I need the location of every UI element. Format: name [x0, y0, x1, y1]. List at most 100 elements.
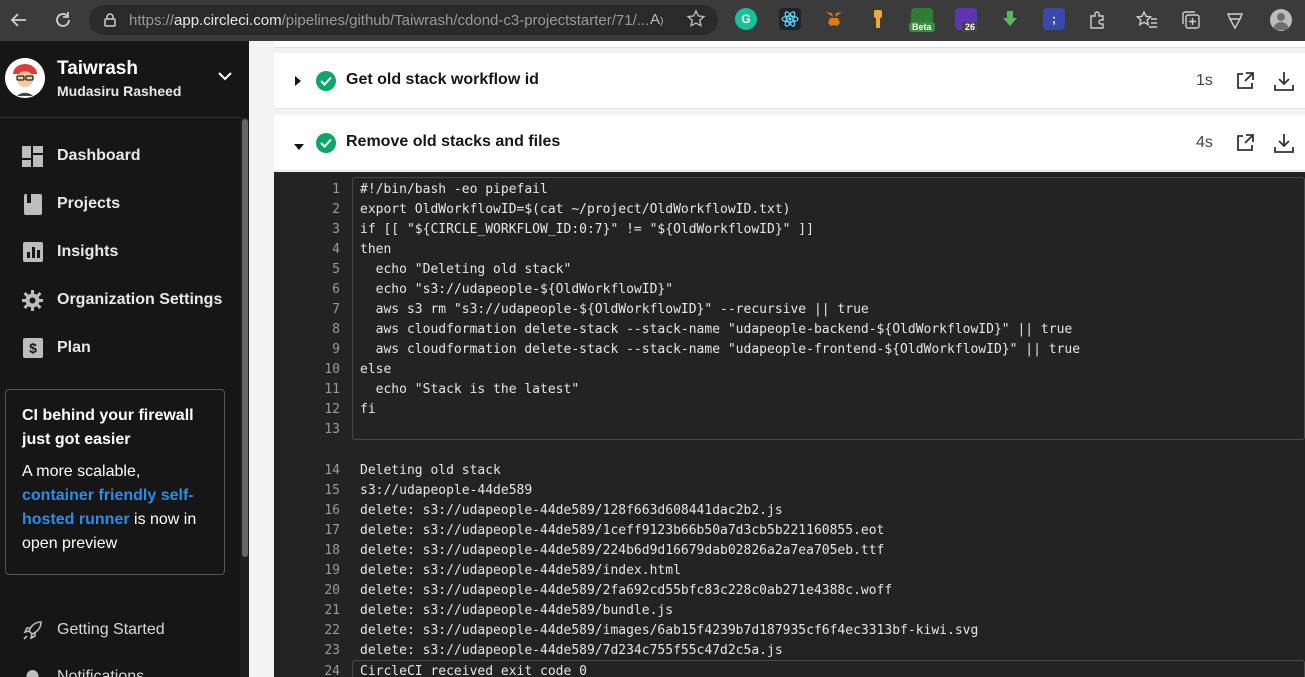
user-fullname: Mudasiru Rasheed — [57, 83, 182, 99]
console-line: 10 else — [274, 360, 1305, 380]
line-number: 18 — [324, 543, 340, 558]
line-text: s3://udapeople-44de589 — [360, 483, 533, 498]
download-extension-icon[interactable] — [999, 8, 1021, 30]
line-text: delete: s3://udapeople-44de589/images/6a… — [360, 623, 979, 638]
sidebar-scrollbar-thumb[interactable] — [242, 119, 248, 557]
line-number: 19 — [324, 563, 340, 578]
profile-avatar-icon[interactable] — [1270, 9, 1292, 31]
line-text: delete: s3://udapeople-44de589/index.htm… — [360, 563, 681, 578]
console-line: 15 s3://udapeople-44de589 — [274, 481, 1305, 501]
step-duration: 1s — [1196, 72, 1213, 89]
svg-text:$: $ — [29, 340, 37, 356]
sidebar-item-label: Notifications — [57, 668, 145, 677]
console-line: 1 #!/bin/bash -eo pipefail — [274, 180, 1305, 200]
dollar-icon: $ — [22, 338, 43, 359]
promo-body: A more scalable, container friendly self… — [22, 460, 212, 556]
sidebar-item-notifications[interactable]: Notifications — [0, 658, 240, 677]
caret-right-icon[interactable] — [293, 74, 303, 88]
browser-toolbar: https://app.circleci.com/pipelines/githu… — [0, 0, 1305, 41]
line-number: 2 — [332, 202, 340, 217]
metamask-extension-icon[interactable] — [823, 8, 845, 30]
caret-down-icon[interactable] — [293, 139, 305, 150]
line-number: 10 — [324, 362, 340, 377]
line-text: delete: s3://udapeople-44de589/7d234c755… — [360, 643, 783, 658]
line-number: 23 — [324, 643, 340, 658]
sidebar-item-label: Organization Settings — [57, 291, 223, 308]
favorite-add-icon[interactable] — [686, 9, 706, 34]
console-line: 18 delete: s3://udapeople-44de589/224b6d9… — [274, 541, 1305, 561]
line-text: then — [360, 242, 392, 257]
success-check-icon — [316, 71, 336, 91]
bell-icon — [22, 668, 43, 677]
semicolon-extension-icon[interactable]: ; — [1043, 8, 1065, 30]
download-icon[interactable] — [1273, 70, 1295, 92]
console-line: 11 echo "Stack is the latest" — [274, 380, 1305, 400]
console-line: 5 echo "Deleting old stack" — [274, 260, 1305, 280]
line-number: 3 — [332, 222, 340, 237]
line-text: echo "Stack is the latest" — [360, 382, 580, 397]
sidebar-item-insights[interactable]: Insights — [0, 232, 240, 272]
line-number: 20 — [324, 583, 340, 598]
chevron-down-icon[interactable] — [216, 67, 234, 85]
insights-icon — [22, 242, 43, 263]
line-number: 11 — [324, 382, 340, 397]
line-number: 14 — [324, 463, 340, 478]
sidebar-item-organization-settings[interactable]: Organization Settings — [0, 280, 240, 320]
console-line: 24 CircleCI received exit code 0 — [274, 662, 1305, 677]
line-text: fi — [360, 402, 376, 417]
line-text: delete: s3://udapeople-44de589/bundle.js — [360, 603, 674, 618]
console-line: 22 delete: s3://udapeople-44de589/images/… — [274, 621, 1305, 641]
grammarly-extension-icon[interactable]: G — [735, 8, 757, 30]
line-number: 7 — [332, 302, 340, 317]
line-number: 9 — [332, 342, 340, 357]
dashboard-icon — [22, 145, 43, 167]
user-menu[interactable]: Taiwrash Mudasiru Rasheed — [0, 41, 249, 117]
step-get-old-stack-workflow-id[interactable]: Get old stack workflow id 1s — [274, 53, 1305, 109]
line-number: 8 — [332, 322, 340, 337]
line-text: delete: s3://udapeople-44de589/1ceff9123… — [360, 523, 885, 538]
line-number: 6 — [332, 282, 340, 297]
line-number: 5 — [332, 262, 340, 277]
projects-icon — [22, 193, 43, 215]
reload-icon[interactable] — [48, 5, 78, 35]
download-icon[interactable] — [1273, 132, 1295, 154]
divider — [0, 117, 249, 118]
url-path: /pipelines/github/Taiwrash/cdond-c3-proj… — [281, 11, 650, 29]
open-external-icon[interactable] — [1235, 71, 1255, 91]
collections-icon[interactable] — [1181, 10, 1201, 35]
console-line: 12 fi — [274, 400, 1305, 420]
sidebar-item-plan[interactable]: $ Plan — [0, 328, 240, 368]
line-text: #!/bin/bash -eo pipefail — [360, 182, 548, 197]
sidebar: Taiwrash Mudasiru Rasheed Dashboard Proj… — [0, 41, 249, 677]
beta-badge: Beta — [909, 22, 935, 32]
line-text: delete: s3://udapeople-44de589/2fa692cd5… — [360, 583, 893, 598]
job-steps-panel: Get old stack workflow id 1s Remove old … — [249, 41, 1305, 677]
sidebar-item-getting-started[interactable]: Getting Started — [0, 610, 240, 650]
line-number: 21 — [324, 603, 340, 618]
gear-icon — [22, 289, 43, 311]
sidebar-item-label: Plan — [57, 339, 91, 356]
line-text: else — [360, 362, 392, 377]
key-extension-icon[interactable] — [867, 8, 889, 30]
browser-essentials-icon[interactable] — [1225, 10, 1245, 35]
react-devtools-extension-icon[interactable] — [779, 8, 801, 30]
line-text: echo "s3://udapeople-${OldWorkflowID}" — [360, 282, 674, 297]
success-check-icon — [316, 133, 336, 153]
sidebar-item-dashboard[interactable]: Dashboard — [0, 136, 240, 176]
extensions-puzzle-icon[interactable] — [1087, 10, 1107, 35]
promo-body-prefix: A more scalable, — [22, 463, 141, 480]
step-title: Get old stack workflow id — [346, 71, 539, 88]
back-icon[interactable] — [4, 5, 34, 35]
console-line: 17 delete: s3://udapeople-44de589/1ceff91… — [274, 521, 1305, 541]
user-name: Taiwrash — [57, 58, 138, 79]
step-title: Remove old stacks and files — [346, 133, 561, 150]
address-bar[interactable]: https://app.circleci.com/pipelines/githu… — [89, 5, 718, 35]
step-remove-old-stacks-and-files[interactable]: Remove old stacks and files 4s — [274, 115, 1305, 171]
read-aloud-icon[interactable]: A) — [650, 11, 663, 28]
sidebar-item-projects[interactable]: Projects — [0, 184, 240, 224]
lock-icon — [103, 13, 117, 27]
open-external-icon[interactable] — [1235, 133, 1255, 153]
line-text: export OldWorkflowID=$(cat ~/project/Old… — [360, 202, 791, 217]
console-line: 3 if [[ "${CIRCLE_WORKFLOW_ID:0:7}" != "$… — [274, 220, 1305, 240]
favorites-icon[interactable] — [1135, 10, 1158, 35]
